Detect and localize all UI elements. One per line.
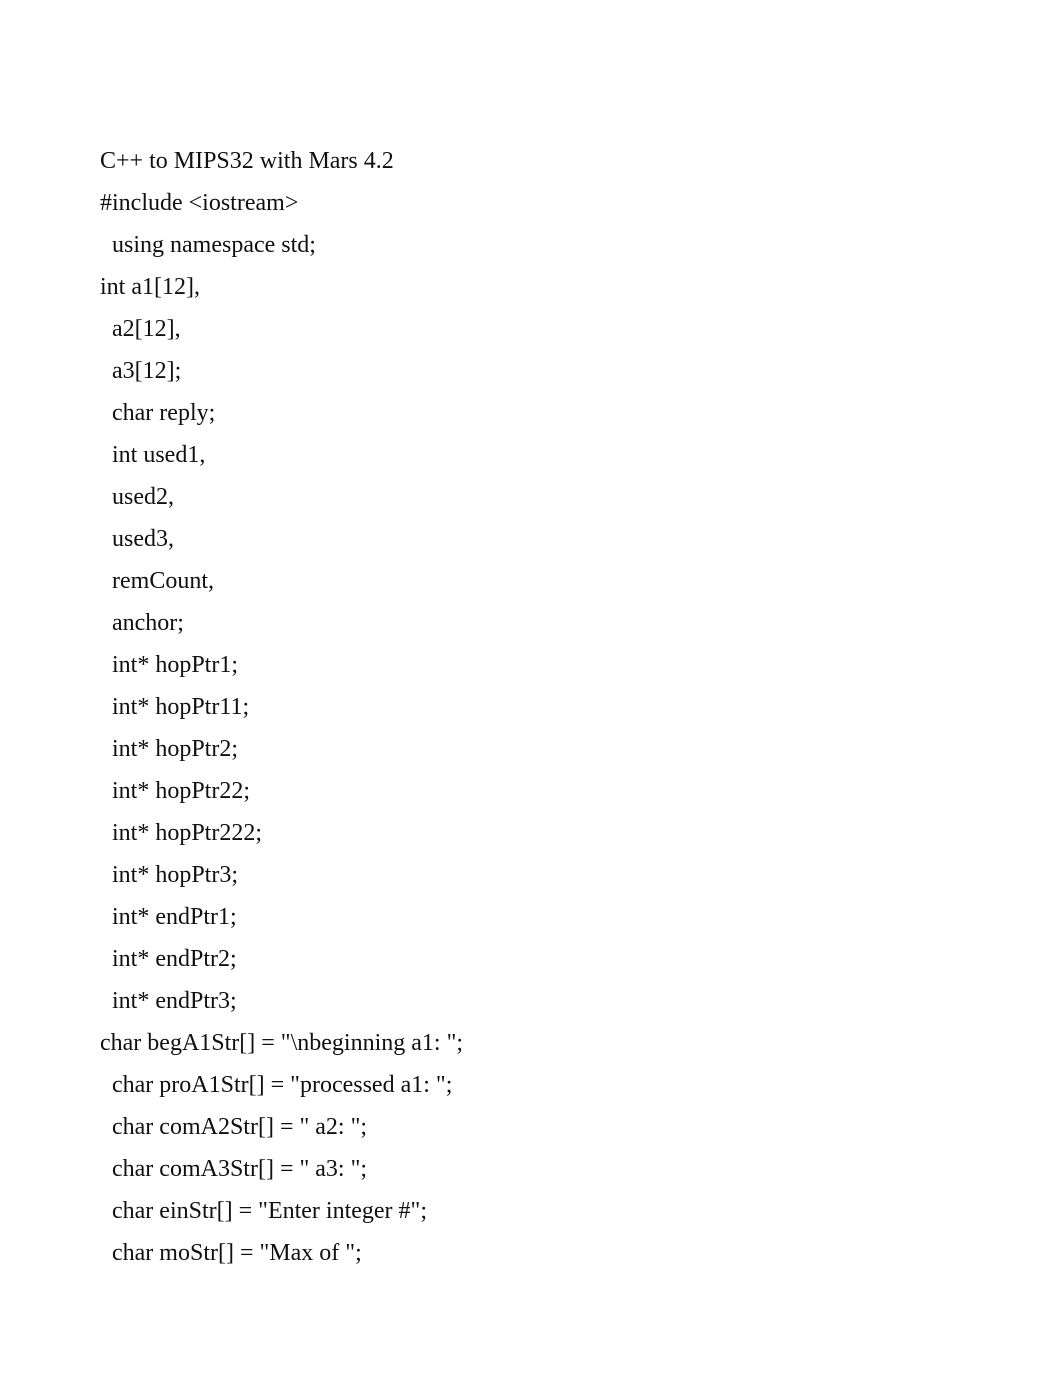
code-line: int* hopPtr2;	[100, 728, 962, 770]
document-page: C++ to MIPS32 with Mars 4.2 #include <io…	[0, 0, 1062, 1377]
code-line: int* hopPtr11;	[100, 686, 962, 728]
code-line: a2[12],	[100, 308, 962, 350]
code-line: char begA1Str[] = "\nbeginning a1: ";	[100, 1022, 962, 1064]
code-line: int* hopPtr3;	[100, 854, 962, 896]
code-line: int* hopPtr222;	[100, 812, 962, 854]
code-line: char einStr[] = "Enter integer #";	[100, 1190, 962, 1232]
code-line: anchor;	[100, 602, 962, 644]
code-line: char proA1Str[] = "processed a1: ";	[100, 1064, 962, 1106]
code-line: #include <iostream>	[100, 182, 962, 224]
code-line: C++ to MIPS32 with Mars 4.2	[100, 140, 962, 182]
code-line: int* hopPtr22;	[100, 770, 962, 812]
code-line: int* hopPtr1;	[100, 644, 962, 686]
code-line: int a1[12],	[100, 266, 962, 308]
code-line: int* endPtr3;	[100, 980, 962, 1022]
code-line: used2,	[100, 476, 962, 518]
code-line: char moStr[] = "Max of ";	[100, 1232, 962, 1274]
code-line: used3,	[100, 518, 962, 560]
code-line: int* endPtr2;	[100, 938, 962, 980]
code-line: char reply;	[100, 392, 962, 434]
code-line: using namespace std;	[100, 224, 962, 266]
code-line: int* endPtr1;	[100, 896, 962, 938]
code-line: remCount,	[100, 560, 962, 602]
code-line: int used1,	[100, 434, 962, 476]
code-line: a3[12];	[100, 350, 962, 392]
code-line: char comA2Str[] = " a2: ";	[100, 1106, 962, 1148]
code-line: char comA3Str[] = " a3: ";	[100, 1148, 962, 1190]
